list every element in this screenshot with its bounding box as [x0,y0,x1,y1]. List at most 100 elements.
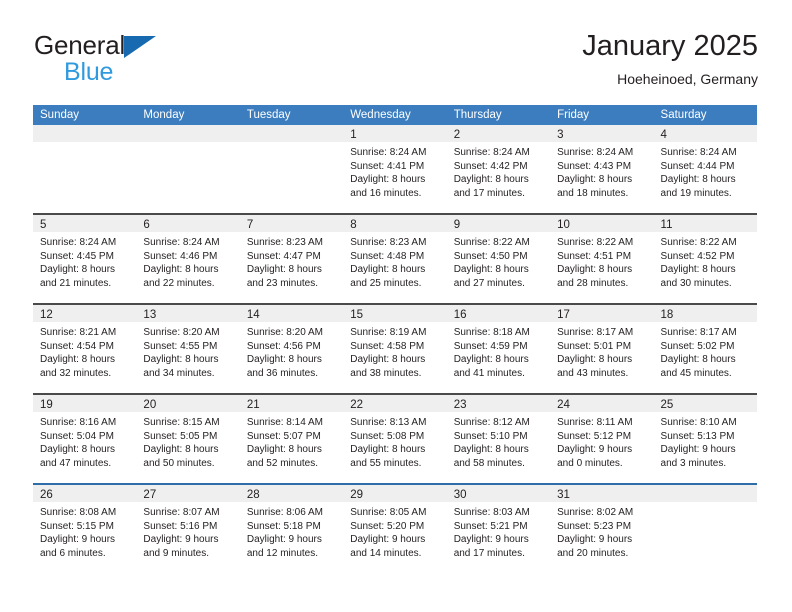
sunrise-text: Sunrise: 8:23 AM [350,237,427,248]
day-cell-7[interactable]: 7 Sunrise: 8:23 AM Sunset: 4:47 PM Daylight… [239,215,344,303]
day-cell-10[interactable]: 10 Sunrise: 8:22 AM Sunset: 4:51 PM Dayligh… [550,215,654,303]
day-cell-15[interactable]: 15 Sunrise: 8:19 AM Sunset: 4:58 PM Dayligh… [343,305,447,393]
sunrise-text: Sunrise: 8:22 AM [557,237,634,248]
day-cell-5[interactable]: 5 Sunrise: 8:24 AM Sunset: 4:45 PM Daylight… [33,215,137,303]
sunset-text: Sunset: 5:13 PM [660,430,735,442]
sunrise-text: Sunrise: 8:12 AM [453,417,530,428]
day-cell-21[interactable]: 21 Sunrise: 8:14 AM Sunset: 5:07 PM Dayligh… [239,395,344,483]
daylight-text-line2: and 0 minutes. [557,457,623,469]
day-cell-12[interactable]: 12 Sunrise: 8:21 AM Sunset: 4:54 PM Dayligh… [33,305,137,393]
day-cell-26[interactable]: 26 Sunrise: 8:08 AM Sunset: 5:15 PM Dayligh… [33,485,137,573]
day-number: 19 [40,399,53,411]
sunrise-text: Sunrise: 8:07 AM [143,507,220,518]
day-details: Sunrise: 8:24 AM Sunset: 4:43 PM Daylight:… [550,142,653,200]
sunrise-text: Sunrise: 8:03 AM [453,507,530,518]
calendar-week-row: 12 Sunrise: 8:21 AM Sunset: 4:54 PM Dayligh… [33,303,757,393]
sunrise-text: Sunrise: 8:18 AM [453,327,530,338]
day-cell-31[interactable]: 31 Sunrise: 8:02 AM Sunset: 5:23 PM Dayligh… [550,485,654,573]
daylight-text-line2: and 45 minutes. [660,367,732,379]
day-cell-19[interactable]: 19 Sunrise: 8:16 AM Sunset: 5:04 PM Dayligh… [33,395,137,483]
sunset-text: Sunset: 4:52 PM [660,250,735,262]
daylight-text-line1: Daylight: 8 hours [453,354,529,366]
day-cell-27[interactable]: 27 Sunrise: 8:07 AM Sunset: 5:16 PM Dayligh… [136,485,240,573]
sunset-text: Sunset: 5:12 PM [557,430,632,442]
day-cell-17[interactable]: 17 Sunrise: 8:17 AM Sunset: 5:01 PM Dayligh… [550,305,654,393]
daylight-text-line2: and 21 minutes. [40,277,112,289]
day-cell-25[interactable]: 25 Sunrise: 8:10 AM Sunset: 5:13 PM Dayligh… [653,395,757,483]
day-cell-28[interactable]: 28 Sunrise: 8:06 AM Sunset: 5:18 PM Dayligh… [239,485,344,573]
day-cell-30[interactable]: 30 Sunrise: 8:03 AM Sunset: 5:21 PM Dayligh… [446,485,551,573]
day-number-band: 19 [33,395,137,412]
calendar-week-row: 26 Sunrise: 8:08 AM Sunset: 5:15 PM Dayligh… [33,483,757,573]
daylight-text-line2: and 20 minutes. [557,547,629,559]
day-details: Sunrise: 8:16 AM Sunset: 5:04 PM Daylight:… [33,412,136,470]
sunrise-text: Sunrise: 8:06 AM [246,507,323,518]
day-number-band: 9 [446,215,551,232]
day-cell-24[interactable]: 24 Sunrise: 8:11 AM Sunset: 5:12 PM Dayligh… [550,395,654,483]
daylight-text-line1: Daylight: 8 hours [246,264,322,276]
day-cell-23[interactable]: 23 Sunrise: 8:12 AM Sunset: 5:10 PM Dayligh… [446,395,551,483]
day-cell-29[interactable]: 29 Sunrise: 8:05 AM Sunset: 5:20 PM Dayligh… [343,485,447,573]
daylight-text-line2: and 23 minutes. [246,277,319,289]
daylight-text-line1: Daylight: 8 hours [557,264,633,276]
day-details: Sunrise: 8:11 AM Sunset: 5:12 PM Daylight:… [550,412,653,470]
daylight-text-line2: and 43 minutes. [557,367,629,379]
day-number-band: 12 [33,305,137,322]
day-number-band: 4 [653,125,757,142]
day-cell-14[interactable]: 14 Sunrise: 8:20 AM Sunset: 4:56 PM Dayligh… [239,305,344,393]
daylight-text-line2: and 6 minutes. [40,547,106,559]
daylight-text-line2: and 14 minutes. [350,547,422,559]
day-details: Sunrise: 8:06 AM Sunset: 5:18 PM Daylight:… [240,502,343,560]
day-cell-2[interactable]: 2 Sunrise: 8:24 AM Sunset: 4:42 PM Daylight… [446,125,551,213]
day-cell-1[interactable]: 1 Sunrise: 8:24 AM Sunset: 4:41 PM Daylight… [343,125,447,213]
daylight-text-line2: and 55 minutes. [350,457,422,469]
day-number: 14 [246,309,260,321]
day-number: 23 [453,399,467,411]
day-details: Sunrise: 8:22 AM Sunset: 4:51 PM Daylight:… [550,232,653,290]
day-number: 28 [246,489,260,501]
sunset-text: Sunset: 4:45 PM [40,250,114,262]
day-details: Sunrise: 8:24 AM Sunset: 4:46 PM Daylight:… [136,232,239,290]
day-number-band: 5 [33,215,137,232]
day-details: Sunrise: 8:14 AM Sunset: 5:07 PM Daylight:… [240,412,343,470]
brand-triangle-icon [124,36,157,58]
brand-logo[interactable]: General Blue [34,30,254,92]
day-number: 2 [453,129,461,141]
day-cell-8[interactable]: 8 Sunrise: 8:23 AM Sunset: 4:48 PM Daylight… [343,215,447,303]
weekday-header-friday: Friday [557,109,590,121]
day-cell-6[interactable]: 6 Sunrise: 8:24 AM Sunset: 4:46 PM Daylight… [136,215,240,303]
day-cell-3[interactable]: 3 Sunrise: 8:24 AM Sunset: 4:43 PM Daylight… [550,125,654,213]
day-number-band [136,125,240,142]
day-number-band: 26 [33,485,137,502]
day-cell-18[interactable]: 18 Sunrise: 8:17 AM Sunset: 5:02 PM Dayligh… [653,305,757,393]
daylight-text-line2: and 9 minutes. [143,547,210,559]
sunrise-text: Sunrise: 8:23 AM [246,237,323,248]
daylight-text-line1: Daylight: 8 hours [660,354,736,366]
day-cell-9[interactable]: 9 Sunrise: 8:22 AM Sunset: 4:50 PM Daylight… [446,215,551,303]
day-cell-empty [136,125,240,213]
sunrise-text: Sunrise: 8:14 AM [246,417,323,428]
day-number-band: 30 [446,485,551,502]
day-number: 30 [453,489,467,501]
day-cell-20[interactable]: 20 Sunrise: 8:15 AM Sunset: 5:05 PM Dayligh… [136,395,240,483]
sunrise-text: Sunrise: 8:20 AM [143,327,220,338]
daylight-text-line1: Daylight: 8 hours [40,444,116,456]
day-details: Sunrise: 8:18 AM Sunset: 4:59 PM Daylight:… [447,322,550,380]
daylight-text-line1: Daylight: 9 hours [660,444,736,456]
daylight-text-line1: Daylight: 9 hours [246,534,322,546]
day-details: Sunrise: 8:10 AM Sunset: 5:13 PM Daylight:… [654,412,757,470]
day-cell-11[interactable]: 11 Sunrise: 8:22 AM Sunset: 4:52 PM Dayligh… [653,215,757,303]
day-number: 11 [660,219,673,231]
sunset-text: Sunset: 5:08 PM [350,430,425,442]
day-number: 24 [557,399,570,411]
day-details: Sunrise: 8:24 AM Sunset: 4:45 PM Daylight:… [33,232,136,290]
calendar-week-row: 5 Sunrise: 8:24 AM Sunset: 4:45 PM Daylight… [33,213,757,303]
day-cell-22[interactable]: 22 Sunrise: 8:13 AM Sunset: 5:08 PM Dayligh… [343,395,447,483]
day-number-band: 6 [136,215,240,232]
daylight-text-line2: and 28 minutes. [557,277,629,289]
day-number-band: 1 [343,125,447,142]
day-cell-13[interactable]: 13 Sunrise: 8:20 AM Sunset: 4:55 PM Dayligh… [136,305,240,393]
day-cell-4[interactable]: 4 Sunrise: 8:24 AM Sunset: 4:44 PM Daylight… [653,125,757,213]
sunset-text: Sunset: 5:18 PM [246,520,321,532]
day-cell-16[interactable]: 16 Sunrise: 8:18 AM Sunset: 4:59 PM Dayligh… [446,305,551,393]
